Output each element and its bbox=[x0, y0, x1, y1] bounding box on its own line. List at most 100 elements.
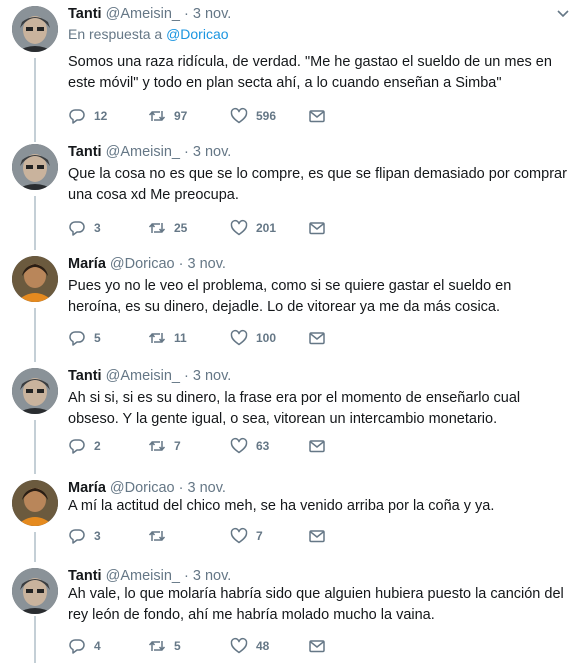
message-button[interactable] bbox=[308, 328, 326, 348]
avatar-maria[interactable] bbox=[12, 256, 58, 302]
reply-button[interactable]: 5 bbox=[68, 328, 101, 348]
message-button[interactable] bbox=[308, 106, 326, 126]
tweet-actions: 5 11 100 bbox=[68, 328, 368, 348]
like-count: 63 bbox=[256, 439, 270, 453]
like-count: 48 bbox=[256, 639, 270, 653]
reply-icon bbox=[69, 109, 85, 124]
reply-count: 12 bbox=[94, 109, 108, 123]
chevron-down-icon[interactable] bbox=[556, 6, 570, 20]
separator-dot: · bbox=[183, 568, 189, 584]
reply-button[interactable]: 3 bbox=[68, 218, 101, 238]
retweet-count: 7 bbox=[174, 439, 181, 453]
reply-icon bbox=[69, 529, 85, 544]
like-count: 201 bbox=[256, 221, 277, 235]
separator-dot: · bbox=[178, 480, 184, 496]
tweet[interactable]: María @Doricao · 3 nov. Pues yo no le ve… bbox=[0, 250, 582, 362]
reply-count: 4 bbox=[94, 639, 101, 653]
retweet-icon bbox=[148, 641, 166, 651]
message-button[interactable] bbox=[308, 636, 326, 656]
author-name[interactable]: Tanti bbox=[68, 368, 102, 384]
reply-button[interactable]: 2 bbox=[68, 436, 101, 456]
separator-dot: · bbox=[178, 256, 184, 272]
retweet-button[interactable]: 7 bbox=[148, 436, 181, 456]
author-handle[interactable]: @Ameisin_ bbox=[106, 368, 180, 384]
author-handle[interactable]: @Ameisin_ bbox=[106, 144, 180, 160]
avatar-tanti[interactable] bbox=[12, 368, 58, 414]
reply-to-handle[interactable]: @Doricao bbox=[166, 26, 228, 42]
reply-button[interactable]: 3 bbox=[68, 526, 101, 546]
avatar-tanti[interactable] bbox=[12, 6, 58, 52]
retweet-icon bbox=[148, 223, 166, 233]
retweet-button[interactable]: 97 bbox=[148, 106, 187, 126]
tweet-date[interactable]: 3 nov. bbox=[193, 368, 231, 384]
reply-button[interactable]: 4 bbox=[68, 636, 101, 656]
tweet-date[interactable]: 3 nov. bbox=[193, 568, 231, 584]
author-handle[interactable]: @Doricao bbox=[110, 480, 175, 496]
author-handle[interactable]: @Ameisin_ bbox=[106, 6, 180, 22]
author-name[interactable]: Tanti bbox=[68, 6, 102, 22]
avatar-tanti[interactable] bbox=[12, 568, 58, 614]
reply-prefix: En respuesta a bbox=[68, 26, 163, 42]
tweet-text: Somos una raza ridícula, de verdad. "Me … bbox=[68, 54, 552, 91]
message-button[interactable] bbox=[308, 526, 326, 546]
separator-dot: · bbox=[183, 368, 189, 384]
message-icon bbox=[309, 110, 325, 123]
tweet[interactable]: Tanti @Ameisin_ · 3 nov. Ah vale, lo que… bbox=[0, 562, 582, 663]
like-button[interactable]: 48 bbox=[230, 636, 269, 656]
tweet-date[interactable]: 3 nov. bbox=[193, 6, 231, 22]
author-name[interactable]: Tanti bbox=[68, 144, 102, 160]
like-button[interactable]: 100 bbox=[230, 328, 276, 348]
tweet-actions: 3 7 bbox=[68, 526, 368, 546]
tweet[interactable]: Tanti @Ameisin_ · 3 nov. En respuesta a … bbox=[0, 0, 582, 138]
tweet-actions: 2 7 63 bbox=[68, 436, 368, 456]
message-icon bbox=[309, 222, 325, 235]
author-name[interactable]: María bbox=[68, 256, 106, 272]
like-count: 7 bbox=[256, 529, 263, 543]
reply-count: 3 bbox=[94, 221, 101, 235]
retweet-button[interactable]: 11 bbox=[148, 328, 187, 348]
message-icon bbox=[309, 640, 325, 653]
tweet[interactable]: María @Doricao · 3 nov. A mí la actitud … bbox=[0, 474, 582, 562]
retweet-count: 11 bbox=[174, 331, 187, 345]
retweet-icon bbox=[148, 111, 166, 121]
reply-button[interactable]: 12 bbox=[68, 106, 107, 126]
like-icon bbox=[230, 527, 248, 544]
tweet[interactable]: Tanti @Ameisin_ · 3 nov. Que la cosa no … bbox=[0, 138, 582, 250]
retweet-icon bbox=[148, 441, 166, 451]
retweet-count: 25 bbox=[174, 221, 188, 235]
author-name[interactable]: María bbox=[68, 480, 106, 496]
message-icon bbox=[309, 530, 325, 543]
like-count: 596 bbox=[256, 109, 277, 123]
message-button[interactable] bbox=[308, 436, 326, 456]
like-button[interactable]: 596 bbox=[230, 106, 276, 126]
tweet-text: Que la cosa no es que se lo compre, es q… bbox=[68, 166, 567, 203]
author-name[interactable]: Tanti bbox=[68, 568, 102, 584]
like-button[interactable]: 201 bbox=[230, 218, 276, 238]
tweet-header: María @Doricao · 3 nov. bbox=[68, 254, 226, 274]
tweet[interactable]: Tanti @Ameisin_ · 3 nov. Ah si si, si es… bbox=[0, 362, 582, 474]
reply-icon bbox=[69, 331, 85, 346]
message-button[interactable] bbox=[308, 218, 326, 238]
tweet-date[interactable]: 3 nov. bbox=[188, 256, 226, 272]
retweet-button[interactable] bbox=[148, 526, 174, 546]
author-handle[interactable]: @Ameisin_ bbox=[106, 568, 180, 584]
reply-count: 5 bbox=[94, 331, 101, 345]
retweet-button[interactable]: 25 bbox=[148, 218, 187, 238]
like-button[interactable]: 7 bbox=[230, 526, 263, 546]
like-icon bbox=[230, 329, 248, 346]
avatar-maria[interactable] bbox=[12, 480, 58, 526]
retweet-button[interactable]: 5 bbox=[148, 636, 181, 656]
tweet-date[interactable]: 3 nov. bbox=[188, 480, 226, 496]
tweet-text: Ah si si, si es su dinero, la frase era … bbox=[68, 390, 521, 427]
avatar-tanti[interactable] bbox=[12, 144, 58, 190]
author-handle[interactable]: @Doricao bbox=[110, 256, 175, 272]
tweet-header: Tanti @Ameisin_ · 3 nov. bbox=[68, 366, 231, 386]
message-icon bbox=[309, 332, 325, 345]
retweet-count: 5 bbox=[174, 639, 181, 653]
reply-icon bbox=[69, 221, 85, 236]
reply-icon bbox=[69, 639, 85, 654]
tweet-date[interactable]: 3 nov. bbox=[193, 144, 231, 160]
like-button[interactable]: 63 bbox=[230, 436, 269, 456]
separator-dot: · bbox=[183, 144, 189, 160]
like-count: 100 bbox=[256, 331, 277, 345]
